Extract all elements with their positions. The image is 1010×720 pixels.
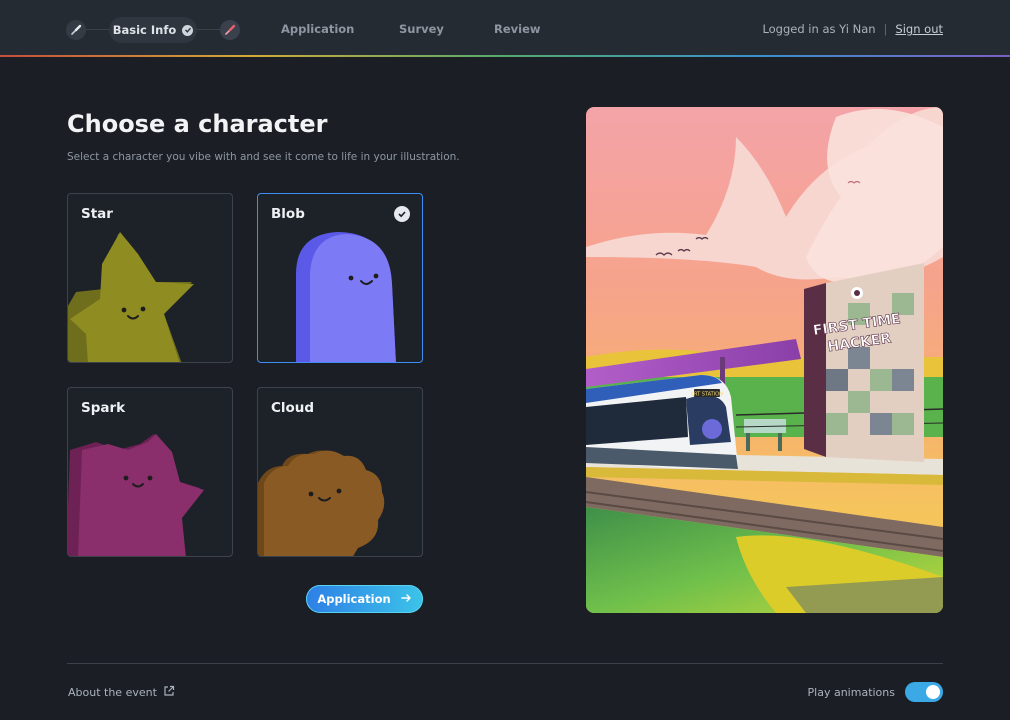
about-event-label: About the event [68,686,157,699]
next-button-label: Application [317,592,391,606]
about-event-link[interactable]: About the event [68,685,175,700]
check-circle-icon [182,24,194,36]
character-card-blob[interactable]: Blob [257,193,423,363]
character-label: Cloud [271,400,315,416]
logged-in-text: Logged in as Yi Nan [762,22,876,36]
character-preview-illustration: LRT STATION FIRST TIME HACKER [586,107,943,613]
selected-check-icon [394,206,410,222]
header-gradient-divider [0,55,1010,57]
play-animations-label: Play animations [807,685,895,699]
step-connector [86,29,110,30]
user-area: Logged in as Yi Nan | Sign out [762,22,943,36]
toggle-knob [926,685,940,699]
step-survey[interactable]: Survey [399,22,444,36]
play-animations-toggle[interactable] [905,682,943,702]
character-card-spark[interactable]: Spark [67,387,233,557]
play-animations-control: Play animations [808,682,943,702]
step-review[interactable]: Review [494,22,541,36]
step-basic-info-label: Basic Info [112,23,177,37]
next-application-button[interactable]: Application [306,585,423,613]
page-title: Choose a character [67,110,328,138]
paintbrush-icon[interactable] [220,20,240,40]
top-navigation-bar: Basic Info Application Survey Review Log… [0,0,1010,56]
separator: | [883,22,888,36]
step-connector [197,29,221,30]
external-link-icon [163,685,175,700]
tram-destination-display: LRT STATION [691,392,723,398]
arrow-right-icon [400,592,412,606]
character-label: Blob [271,206,305,222]
character-label: Star [81,206,113,222]
character-label: Spark [81,400,126,416]
sign-out-link[interactable]: Sign out [895,22,943,36]
character-card-cloud[interactable]: Cloud [257,387,423,557]
character-card-star[interactable]: Star [67,193,233,363]
brush-icon[interactable] [66,20,86,40]
footer-divider [67,663,943,664]
step-application[interactable]: Application [281,22,354,36]
step-basic-info[interactable]: Basic Info [109,17,197,43]
page-subtitle: Select a character you vibe with and see… [67,151,460,163]
